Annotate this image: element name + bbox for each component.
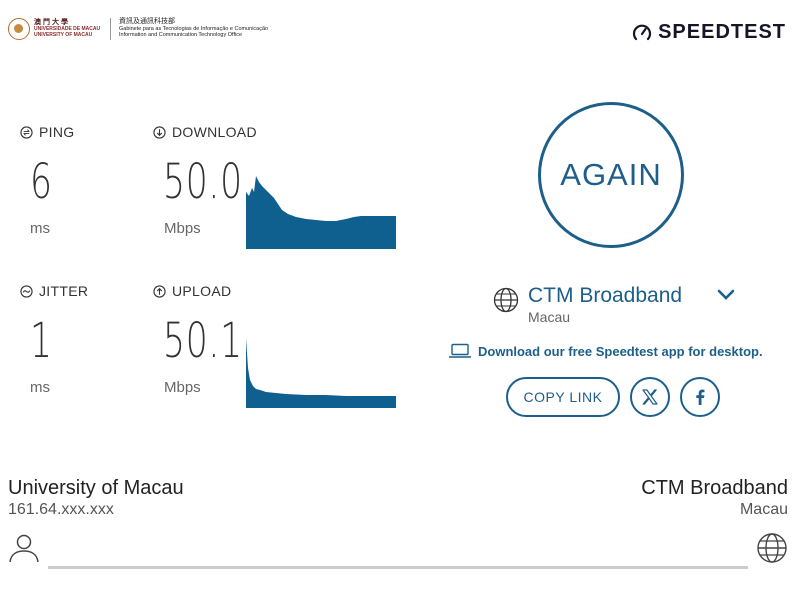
- jitter-icon: [20, 284, 33, 298]
- upload-unit: Mbps: [164, 379, 201, 396]
- copy-link-button[interactable]: COPY LINK: [506, 377, 620, 417]
- speedtest-logo[interactable]: SPEEDTEST: [632, 21, 786, 44]
- download-unit: Mbps: [164, 220, 201, 237]
- connection-progress-bar: [48, 566, 748, 569]
- office-name-block: 資訊及通訊科技部 Gabinete para as Tecnologias de…: [119, 19, 268, 39]
- download-label-text: DOWNLOAD: [172, 124, 257, 140]
- globe-icon: [493, 287, 519, 313]
- university-name-en: UNIVERSITY OF MACAU: [34, 32, 93, 38]
- upload-label: UPLOAD: [153, 283, 231, 299]
- download-icon: [153, 125, 166, 139]
- client-ip: 161.64.xxx.xxx: [8, 501, 114, 518]
- download-app-text: Download our free Speedtest app for desk…: [478, 343, 763, 359]
- upload-value: 50.1: [163, 313, 243, 369]
- user-icon: [9, 534, 39, 563]
- download-speed-graph: [246, 176, 396, 249]
- laptop-icon: [449, 343, 471, 358]
- server-location: Macau: [528, 309, 571, 325]
- jitter-label: JITTER: [20, 283, 88, 299]
- logo-divider: [110, 18, 111, 40]
- again-button[interactable]: AGAIN: [538, 102, 684, 248]
- speedtest-brand: SPEEDTEST: [658, 21, 786, 43]
- download-graph-area: [246, 176, 396, 249]
- share-facebook-button[interactable]: [680, 377, 720, 417]
- university-seal-icon: [8, 18, 30, 40]
- chevron-down-icon[interactable]: [717, 288, 735, 302]
- ping-unit: ms: [30, 220, 50, 237]
- ping-icon: [20, 125, 33, 139]
- upload-graph-area: [246, 338, 396, 408]
- upload-label-text: UPLOAD: [172, 283, 232, 299]
- university-logo: 澳門大學 UNIVERSIDADE DE MACAU UNIVERSITY OF…: [8, 18, 268, 40]
- ping-label-text: PING: [39, 124, 75, 140]
- download-label: DOWNLOAD: [153, 124, 257, 140]
- x-icon: [642, 389, 658, 405]
- host-name: CTM Broadband: [641, 477, 788, 499]
- jitter-unit: ms: [30, 379, 50, 396]
- jitter-label-text: JITTER: [39, 283, 89, 299]
- university-name-block: 澳門大學 UNIVERSIDADE DE MACAU UNIVERSITY OF…: [34, 19, 104, 38]
- office-name-en: Information and Communication Technology…: [119, 32, 243, 39]
- facebook-icon: [696, 389, 705, 405]
- ping-value: 6: [30, 154, 53, 210]
- jitter-value: 1: [30, 313, 53, 369]
- server-isp-name[interactable]: CTM Broadband: [528, 284, 682, 308]
- upload-speed-graph: [246, 338, 396, 408]
- host-location: Macau: [739, 501, 788, 518]
- upload-icon: [153, 284, 166, 298]
- download-app-link[interactable]: Download our free Speedtest app for desk…: [448, 343, 763, 359]
- client-name: University of Macau: [8, 477, 184, 499]
- host-globe-icon: [757, 533, 787, 563]
- ping-label: PING: [20, 124, 74, 140]
- download-value: 50.0: [163, 154, 243, 210]
- share-x-button[interactable]: [630, 377, 670, 417]
- speedtest-gauge-icon: [633, 24, 652, 40]
